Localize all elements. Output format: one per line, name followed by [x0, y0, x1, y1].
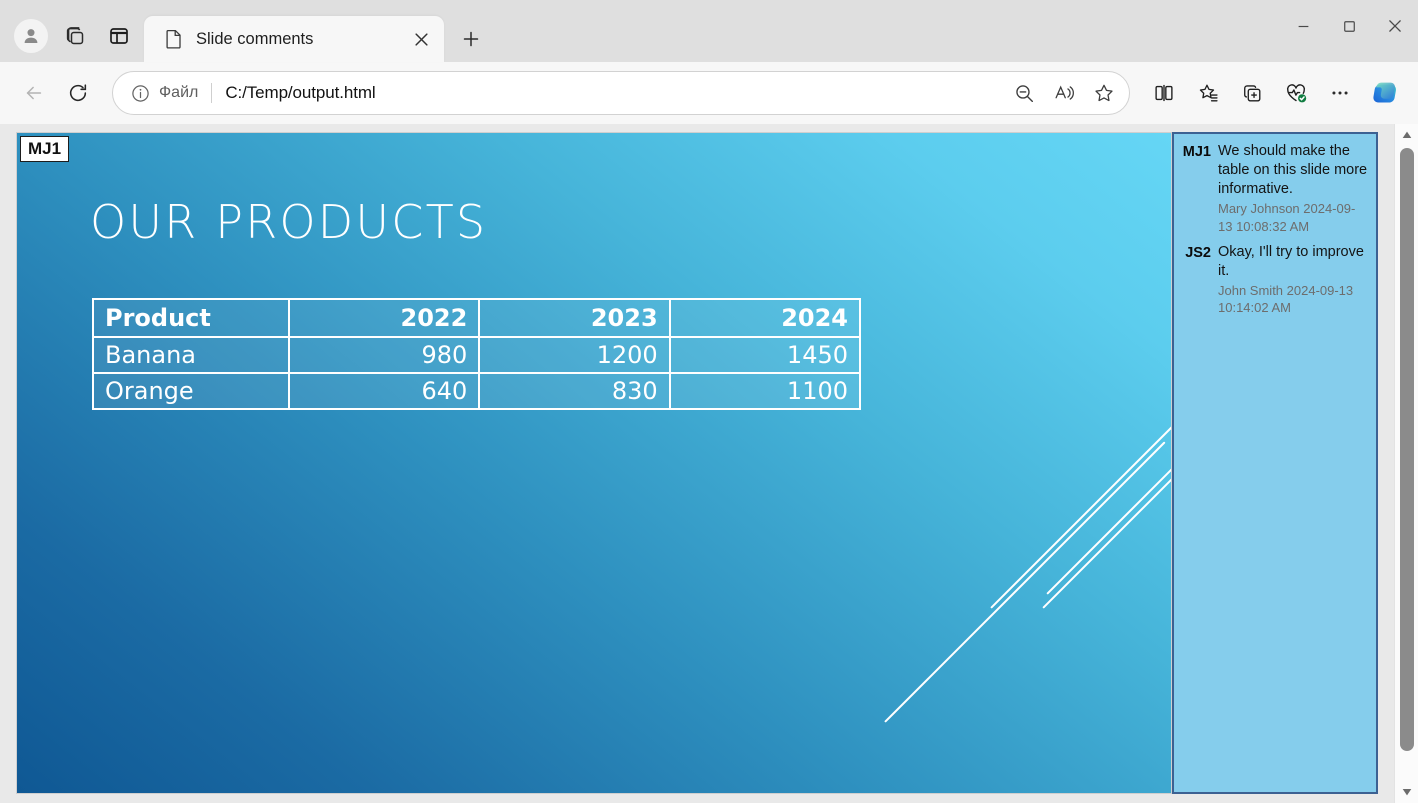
- favorites-star-list-icon: [1197, 82, 1220, 105]
- split-screen-icon: [1153, 82, 1175, 104]
- tab-title: Slide comments: [196, 30, 396, 49]
- back-button[interactable]: [14, 73, 54, 113]
- slide-title: OUR PRODUCTS: [90, 195, 487, 249]
- cell-2022: 640: [289, 373, 479, 409]
- collections-button[interactable]: [1232, 73, 1272, 113]
- table-row: Orange 640 830 1100: [93, 373, 860, 409]
- add-collection-icon: [1241, 82, 1264, 105]
- refresh-icon: [67, 82, 89, 104]
- page-viewport: MJ1 OUR PRODUCTS Product 2022 2023 2024: [0, 124, 1418, 803]
- cell-2022: 980: [289, 337, 479, 373]
- streak-line: [990, 418, 1172, 609]
- document-icon: [164, 29, 184, 49]
- streak-line: [884, 441, 1166, 723]
- favorite-star-icon[interactable]: [1085, 74, 1123, 112]
- read-aloud-icon[interactable]: [1045, 74, 1083, 112]
- scroll-up-button[interactable]: [1395, 124, 1418, 146]
- header-2022: 2022: [289, 299, 479, 337]
- new-tab-button[interactable]: [452, 20, 490, 58]
- close-window-button[interactable]: [1372, 0, 1418, 52]
- comment-body: We should make the table on this slide m…: [1218, 142, 1368, 235]
- comment-initials: JS2: [1181, 243, 1211, 317]
- cell-2024: 1100: [670, 373, 860, 409]
- comment-text: Okay, I'll try to improve it.: [1218, 243, 1368, 281]
- avatar: [14, 19, 48, 53]
- omnibox-separator: [211, 83, 212, 103]
- browser-toolbar: Файл C:/Temp/output.html: [0, 62, 1418, 124]
- table-head: Product 2022 2023 2024: [93, 299, 860, 337]
- close-icon: [1388, 19, 1402, 33]
- person-icon: [21, 26, 41, 46]
- tab-strip: Slide comments: [0, 0, 1418, 62]
- comment-anchor-badge[interactable]: MJ1: [20, 136, 69, 162]
- tab-actions-button[interactable]: [98, 15, 140, 57]
- chevron-down-icon: [1402, 788, 1412, 796]
- cell-2024: 1450: [670, 337, 860, 373]
- cell-product: Banana: [93, 337, 289, 373]
- omnibox-actions: [1005, 74, 1123, 112]
- cell-2023: 1200: [479, 337, 669, 373]
- split-screen-button[interactable]: [1144, 73, 1184, 113]
- comment-meta: John Smith 2024-09-13 10:14:02 AM: [1218, 282, 1368, 316]
- url-scheme-label: Файл: [159, 84, 198, 102]
- workspaces-icon: [63, 24, 87, 48]
- maximize-icon: [1343, 20, 1356, 33]
- tab-actions-icon: [107, 24, 131, 48]
- browser-tab[interactable]: Slide comments: [144, 16, 444, 62]
- comment-body: Okay, I'll try to improve it. John Smith…: [1218, 243, 1368, 317]
- favorites-button[interactable]: [1188, 73, 1228, 113]
- zoom-out-icon[interactable]: [1005, 74, 1043, 112]
- header-2024: 2024: [670, 299, 860, 337]
- minimize-icon: [1297, 20, 1310, 33]
- header-product: Product: [93, 299, 289, 337]
- copilot-button[interactable]: [1366, 73, 1406, 113]
- cell-2023: 830: [479, 373, 669, 409]
- chevron-up-icon: [1402, 131, 1412, 139]
- table-header-row: Product 2022 2023 2024: [93, 299, 860, 337]
- maximize-button[interactable]: [1326, 0, 1372, 52]
- comment-text: We should make the table on this slide m…: [1218, 142, 1368, 199]
- url-text[interactable]: C:/Temp/output.html: [225, 83, 1005, 103]
- refresh-button[interactable]: [58, 73, 98, 113]
- minimize-button[interactable]: [1280, 0, 1326, 52]
- comments-panel: MJ1 We should make the table on this sli…: [1172, 132, 1378, 794]
- table-row: Banana 980 1200 1450: [93, 337, 860, 373]
- info-circle-icon[interactable]: [127, 80, 153, 106]
- settings-and-more-button[interactable]: [1320, 73, 1360, 113]
- comment-item[interactable]: JS2 Okay, I'll try to improve it. John S…: [1181, 243, 1368, 317]
- browser-essentials-button[interactable]: [1276, 73, 1316, 113]
- streak-line: [1046, 459, 1172, 595]
- copilot-icon: [1370, 77, 1402, 109]
- scrollbar-thumb[interactable]: [1400, 148, 1414, 751]
- plus-icon: [461, 29, 481, 49]
- arrow-left-icon: [23, 82, 45, 104]
- comment-initials: MJ1: [1181, 142, 1211, 235]
- browser-essentials-heart-icon: [1284, 81, 1308, 105]
- address-bar[interactable]: Файл C:/Temp/output.html: [112, 71, 1130, 115]
- comment-item[interactable]: MJ1 We should make the table on this sli…: [1181, 142, 1368, 235]
- page-content: MJ1 OUR PRODUCTS Product 2022 2023 2024: [0, 124, 1394, 803]
- window-controls: [1280, 0, 1418, 52]
- comment-meta: Mary Johnson 2024-09-13 10:08:32 AM: [1218, 200, 1368, 234]
- header-2023: 2023: [479, 299, 669, 337]
- slide-canvas: MJ1 OUR PRODUCTS Product 2022 2023 2024: [16, 132, 1172, 794]
- scroll-down-button[interactable]: [1395, 781, 1418, 803]
- cell-product: Orange: [93, 373, 289, 409]
- workspaces-button[interactable]: [54, 15, 96, 57]
- tab-strip-left-icons: [0, 10, 144, 62]
- table-body: Banana 980 1200 1450 Orange 640 830 1100: [93, 337, 860, 409]
- vertical-scrollbar[interactable]: [1394, 124, 1418, 803]
- products-table: Product 2022 2023 2024 Banana 980 1200: [92, 298, 861, 410]
- browser-window: Slide comments: [0, 0, 1418, 803]
- profile-button[interactable]: [10, 15, 52, 57]
- ellipsis-icon: [1329, 82, 1351, 104]
- scrollbar-track[interactable]: [1395, 146, 1418, 781]
- close-tab-icon[interactable]: [408, 26, 434, 52]
- streak-line: [1042, 462, 1172, 608]
- slide-and-comments: MJ1 OUR PRODUCTS Product 2022 2023 2024: [16, 132, 1378, 794]
